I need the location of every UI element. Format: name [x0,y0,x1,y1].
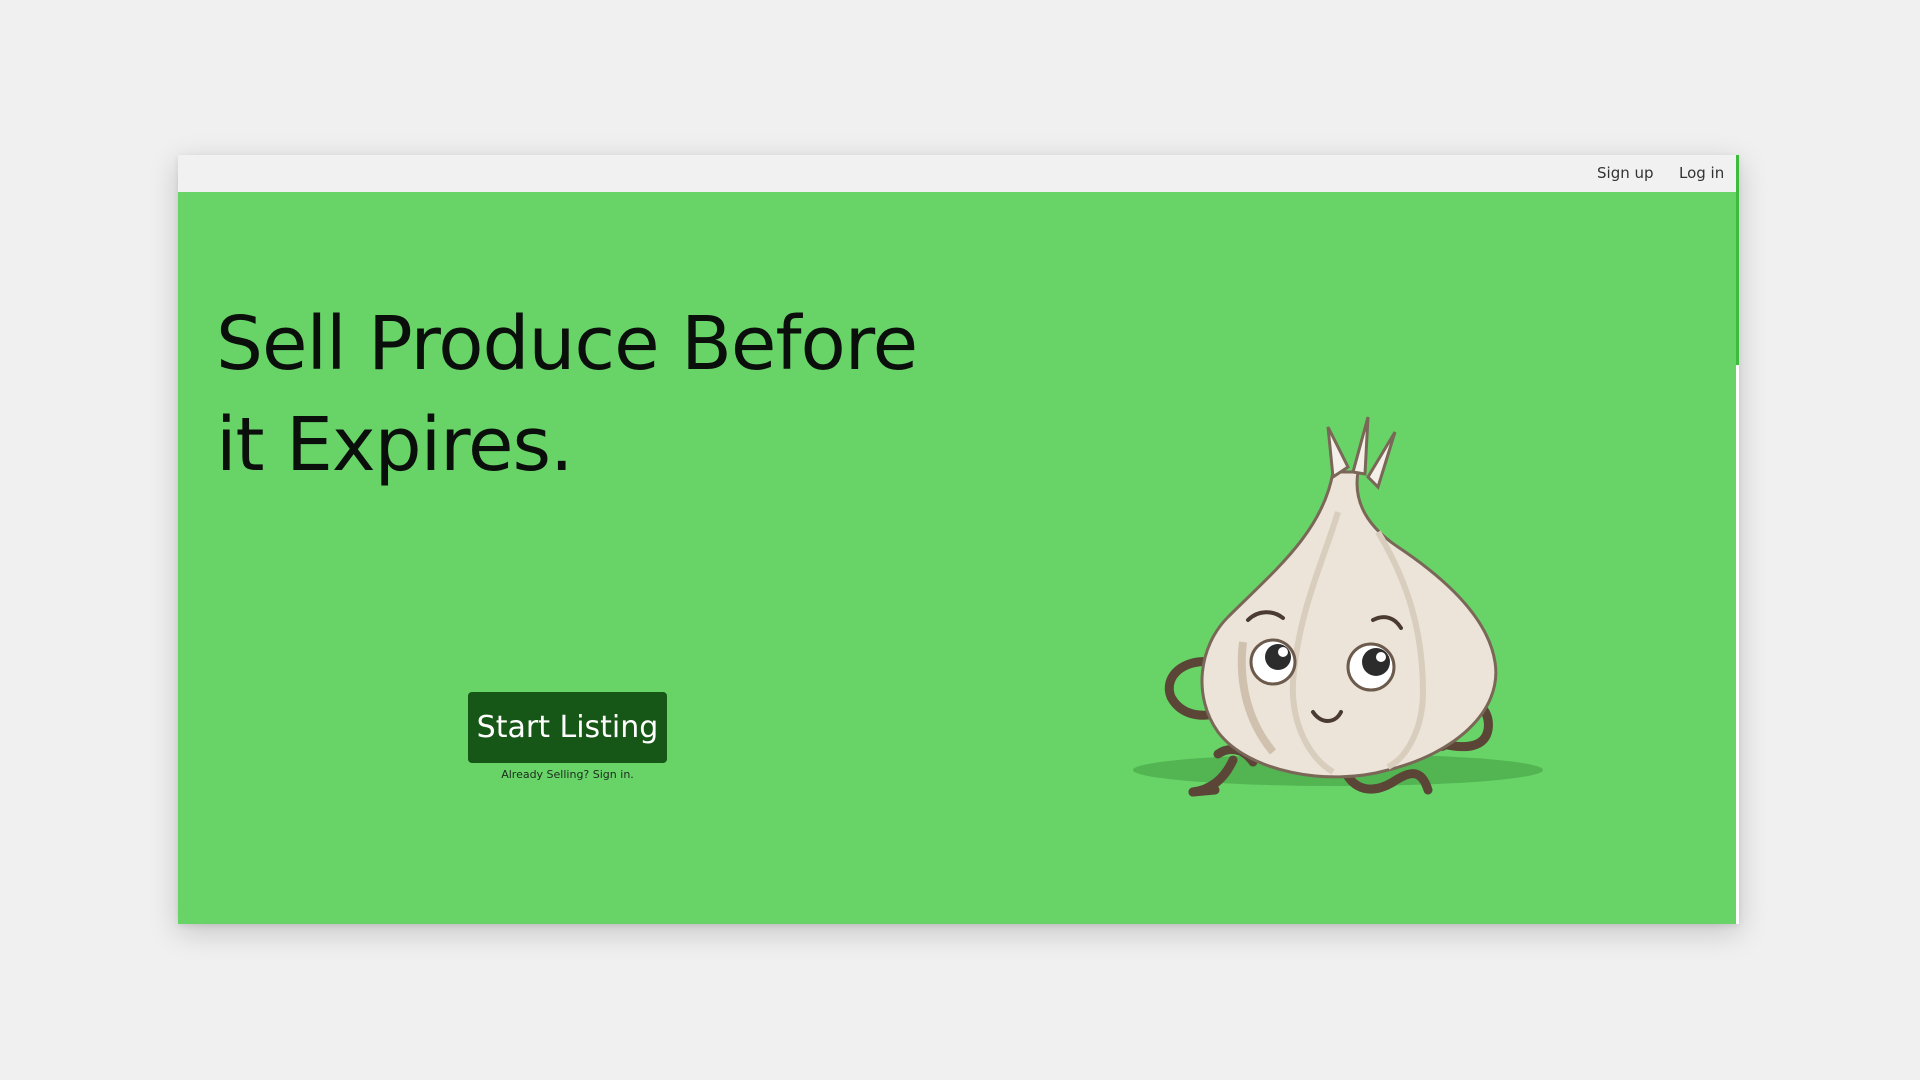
garlic-mascot-icon [1133,416,1543,797]
scrollbar-thumb[interactable] [1736,155,1739,365]
signup-link[interactable]: Sign up [1597,164,1654,182]
hero-section: Sell Produce Before it Expires. Start Li… [178,192,1736,924]
already-selling-signin-link[interactable]: Already Selling? Sign in. [468,768,667,781]
start-listing-button[interactable]: Start Listing [468,692,667,763]
hero-headline: Sell Produce Before it Expires. [216,301,918,488]
top-navbar: Sign up Log in [178,155,1736,192]
browser-window: Sign up Log in Sell Produce Before it Ex… [178,155,1739,924]
login-link[interactable]: Log in [1679,164,1724,182]
